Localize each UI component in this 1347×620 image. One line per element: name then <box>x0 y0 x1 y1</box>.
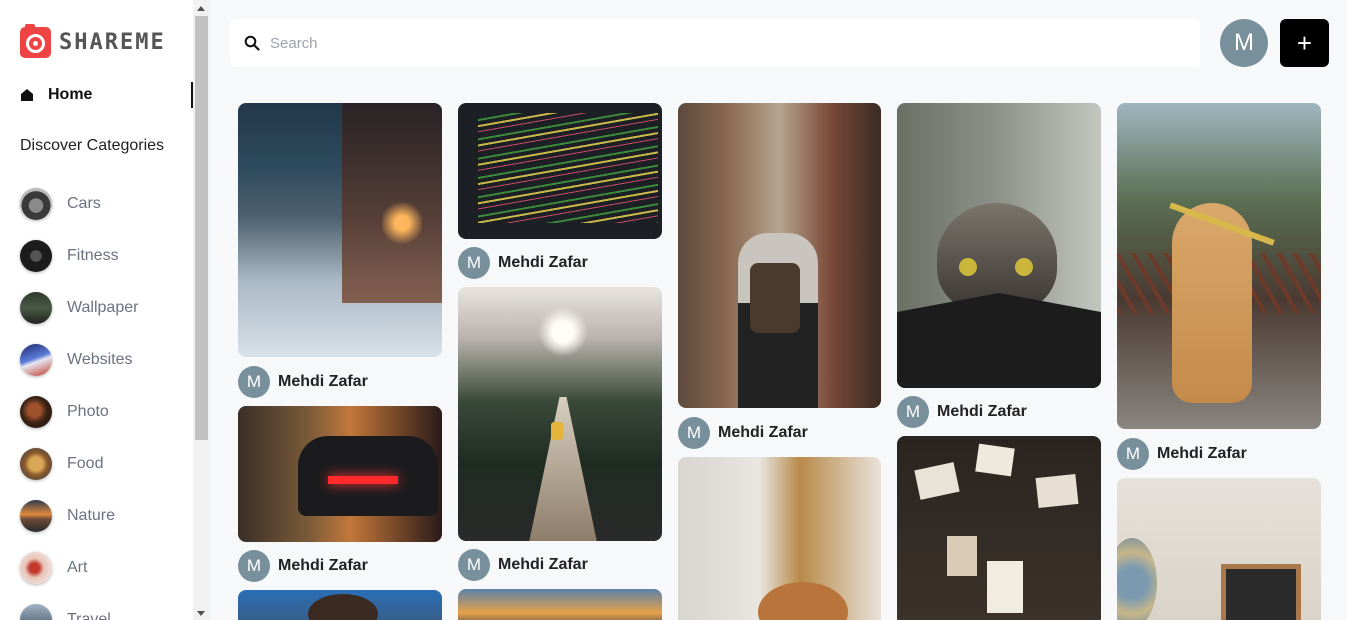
sidebar-item-fitness[interactable]: Fitness <box>20 230 138 282</box>
pin-image[interactable] <box>678 457 881 620</box>
author-avatar: M <box>458 549 490 581</box>
pin-author[interactable]: M Mehdi Zafar <box>678 417 808 449</box>
camera-logo-icon <box>20 24 51 58</box>
author-name: Mehdi Zafar <box>1157 445 1247 462</box>
pin-image[interactable] <box>897 103 1101 388</box>
logo-text: SHAREME <box>59 30 166 55</box>
author-avatar: M <box>458 247 490 279</box>
pin-image[interactable] <box>1117 478 1321 620</box>
pin-image[interactable] <box>458 103 662 239</box>
author-name: Mehdi Zafar <box>937 403 1027 420</box>
pin-image[interactable] <box>238 406 442 542</box>
category-list: Cars Fitness Wallpaper Websites Photo Fo… <box>20 178 138 620</box>
pin-author[interactable]: M Mehdi Zafar <box>458 549 588 581</box>
sidebar: SHAREME Home Discover Categories Cars Fi… <box>0 0 193 620</box>
sidebar-item-nature[interactable]: Nature <box>20 490 138 542</box>
pin-image[interactable] <box>238 590 442 620</box>
pin-image[interactable] <box>238 103 442 357</box>
author-name: Mehdi Zafar <box>498 556 588 573</box>
add-pin-button[interactable]: + <box>1280 19 1329 67</box>
category-label: Photo <box>67 403 109 420</box>
logo[interactable]: SHAREME <box>20 24 166 58</box>
category-label: Nature <box>67 507 116 524</box>
author-name: Mehdi Zafar <box>278 557 368 574</box>
category-label: Cars <box>67 195 101 212</box>
category-label: Travel <box>67 611 111 620</box>
nature-thumbnail <box>20 500 52 532</box>
author-avatar: M <box>1117 438 1149 470</box>
sidebar-item-travel[interactable]: Travel <box>20 594 138 620</box>
author-name: Mehdi Zafar <box>498 254 588 271</box>
scroll-down-arrow-icon[interactable] <box>197 611 205 616</box>
pin-author[interactable]: M Mehdi Zafar <box>1117 438 1247 470</box>
category-label: Fitness <box>67 247 119 264</box>
user-avatar[interactable]: M <box>1220 19 1268 67</box>
sidebar-scrollbar[interactable] <box>193 0 210 620</box>
search-input[interactable] <box>270 34 1170 52</box>
author-avatar: M <box>897 396 929 428</box>
sidebar-item-wallpaper[interactable]: Wallpaper <box>20 282 138 334</box>
pin-author[interactable]: M Mehdi Zafar <box>238 366 368 398</box>
search-bar[interactable] <box>230 19 1200 67</box>
search-icon <box>244 35 260 51</box>
category-label: Websites <box>67 351 133 368</box>
category-label: Art <box>67 559 88 576</box>
author-avatar: M <box>238 366 270 398</box>
wallpaper-thumbnail <box>20 292 52 324</box>
author-name: Mehdi Zafar <box>278 373 368 390</box>
sidebar-item-photo[interactable]: Photo <box>20 386 138 438</box>
pin-image[interactable] <box>458 589 662 620</box>
sidebar-item-food[interactable]: Food <box>20 438 138 490</box>
pin-author[interactable]: M Mehdi Zafar <box>238 550 368 582</box>
fitness-thumbnail <box>20 240 52 272</box>
art-thumbnail <box>20 552 52 584</box>
home-label: Home <box>48 86 93 103</box>
sidebar-item-home[interactable]: Home <box>20 82 193 108</box>
category-label: Wallpaper <box>67 299 139 316</box>
travel-thumbnail <box>20 604 52 620</box>
websites-thumbnail <box>20 344 52 376</box>
author-avatar: M <box>238 550 270 582</box>
author-name: Mehdi Zafar <box>718 424 808 441</box>
pin-image[interactable] <box>897 436 1101 620</box>
cars-thumbnail <box>20 188 52 220</box>
scroll-up-arrow-icon[interactable] <box>197 6 205 11</box>
pin-image[interactable] <box>458 287 662 541</box>
author-avatar: M <box>678 417 710 449</box>
sidebar-item-art[interactable]: Art <box>20 542 138 594</box>
pin-author[interactable]: M Mehdi Zafar <box>458 247 588 279</box>
pin-image[interactable] <box>1117 103 1321 429</box>
food-thumbnail <box>20 448 52 480</box>
discover-categories-heading: Discover Categories <box>20 137 165 154</box>
sidebar-item-cars[interactable]: Cars <box>20 178 138 230</box>
photo-thumbnail <box>20 396 52 428</box>
pin-author[interactable]: M Mehdi Zafar <box>897 396 1027 428</box>
sidebar-item-websites[interactable]: Websites <box>20 334 138 386</box>
home-icon <box>20 88 34 102</box>
scroll-thumb[interactable] <box>195 16 208 440</box>
pin-image[interactable] <box>678 103 881 408</box>
category-label: Food <box>67 455 104 472</box>
